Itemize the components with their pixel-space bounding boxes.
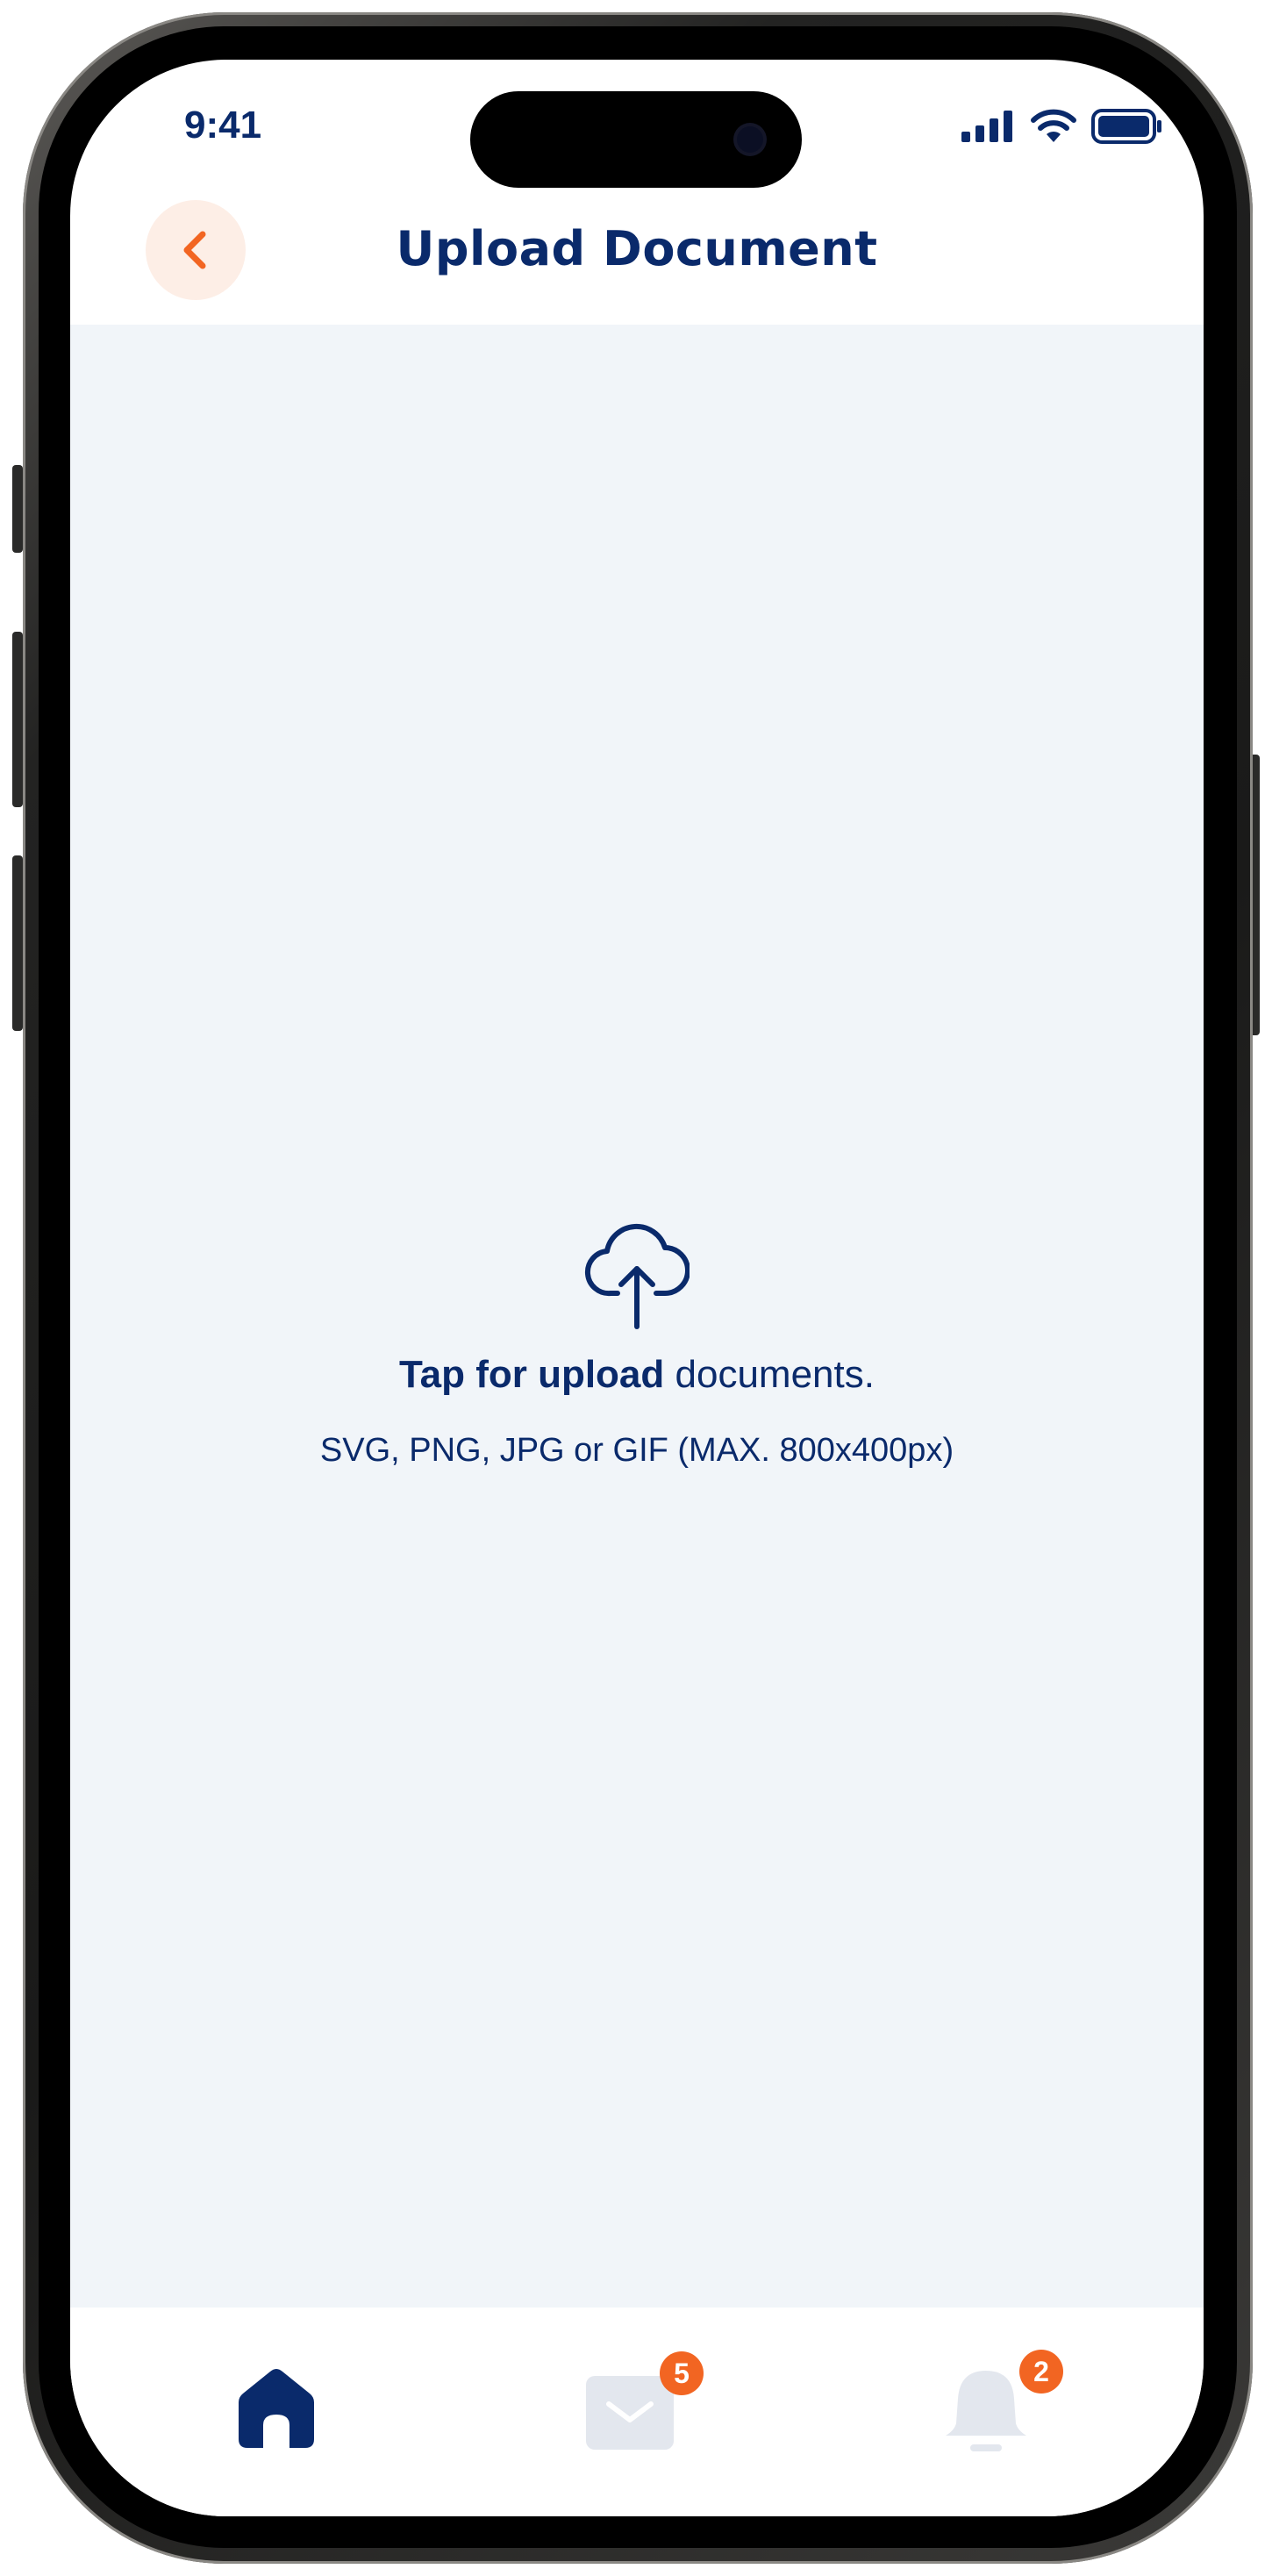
upload-headline: Tap for upload documents. <box>70 1353 1204 1397</box>
cellular-signal-icon <box>961 111 1012 142</box>
battery-icon <box>1091 109 1161 144</box>
mail-badge: 5 <box>660 2351 704 2395</box>
device-mockup: 9:41 Upload Document Tap for upload docu… <box>0 0 1272 2576</box>
page-title: Upload Document <box>396 221 878 276</box>
front-camera-icon <box>737 126 763 153</box>
bottom-navigation: 5 2 <box>70 2308 1204 2516</box>
dynamic-island <box>470 91 802 188</box>
app-screen: 9:41 Upload Document Tap for upload docu… <box>70 60 1204 2516</box>
status-time: 9:41 <box>184 104 262 147</box>
mail-icon[interactable] <box>586 2376 674 2450</box>
upload-headline-rest: documents. <box>664 1353 875 1396</box>
status-icons <box>961 109 1163 144</box>
bell-icon[interactable] <box>940 2365 1032 2457</box>
volume-up-button <box>12 632 23 807</box>
upload-format-hint: SVG, PNG, JPG or GIF (MAX. 800x400px) <box>319 1432 954 1469</box>
upload-dropzone[interactable]: Tap for upload documents. SVG, PNG, JPG … <box>70 325 1204 2308</box>
home-icon[interactable] <box>233 2364 319 2450</box>
wifi-icon <box>1031 109 1076 142</box>
volume-down-button <box>12 855 23 1031</box>
cloud-upload-icon <box>584 1223 690 1329</box>
action-button <box>12 465 23 553</box>
notification-badge: 2 <box>1019 2350 1063 2394</box>
upload-headline-strong: Tap for upload <box>399 1353 665 1396</box>
